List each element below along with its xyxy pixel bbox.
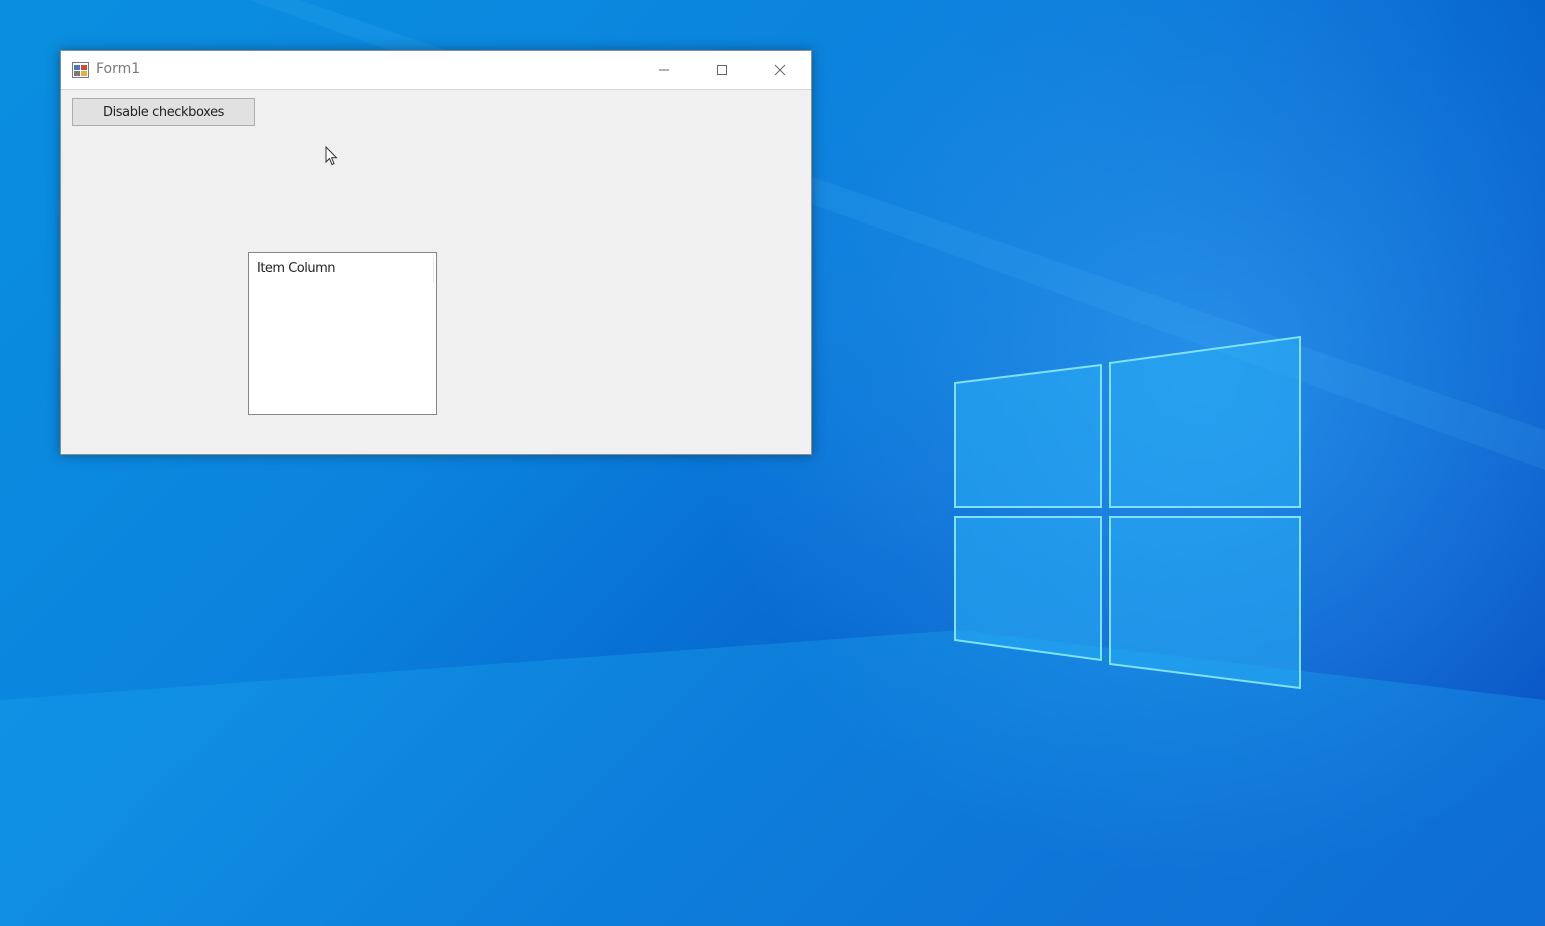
window-title: Form1	[96, 61, 141, 77]
desktop: Form1 Disable checkboxes Item Column	[0, 0, 1545, 926]
form1-window: Form1 Disable checkboxes Item Column	[60, 50, 812, 455]
maximize-button[interactable]	[693, 51, 751, 89]
mouse-pointer-icon	[325, 146, 338, 166]
close-button[interactable]	[751, 51, 809, 89]
title-bar[interactable]: Form1	[61, 51, 811, 90]
form-client-area: Disable checkboxes Item Column	[61, 90, 811, 454]
column-header-item[interactable]: Item Column	[249, 253, 434, 283]
form-app-icon	[72, 62, 89, 78]
maximize-icon	[717, 65, 727, 75]
disable-checkboxes-button[interactable]: Disable checkboxes	[72, 98, 255, 126]
item-listview[interactable]: Item Column	[248, 252, 437, 415]
minimize-icon	[659, 69, 669, 71]
column-header-label: Item Column	[257, 261, 336, 276]
close-icon	[774, 64, 786, 76]
minimize-button[interactable]	[635, 51, 693, 89]
column-separator[interactable]	[433, 257, 434, 283]
